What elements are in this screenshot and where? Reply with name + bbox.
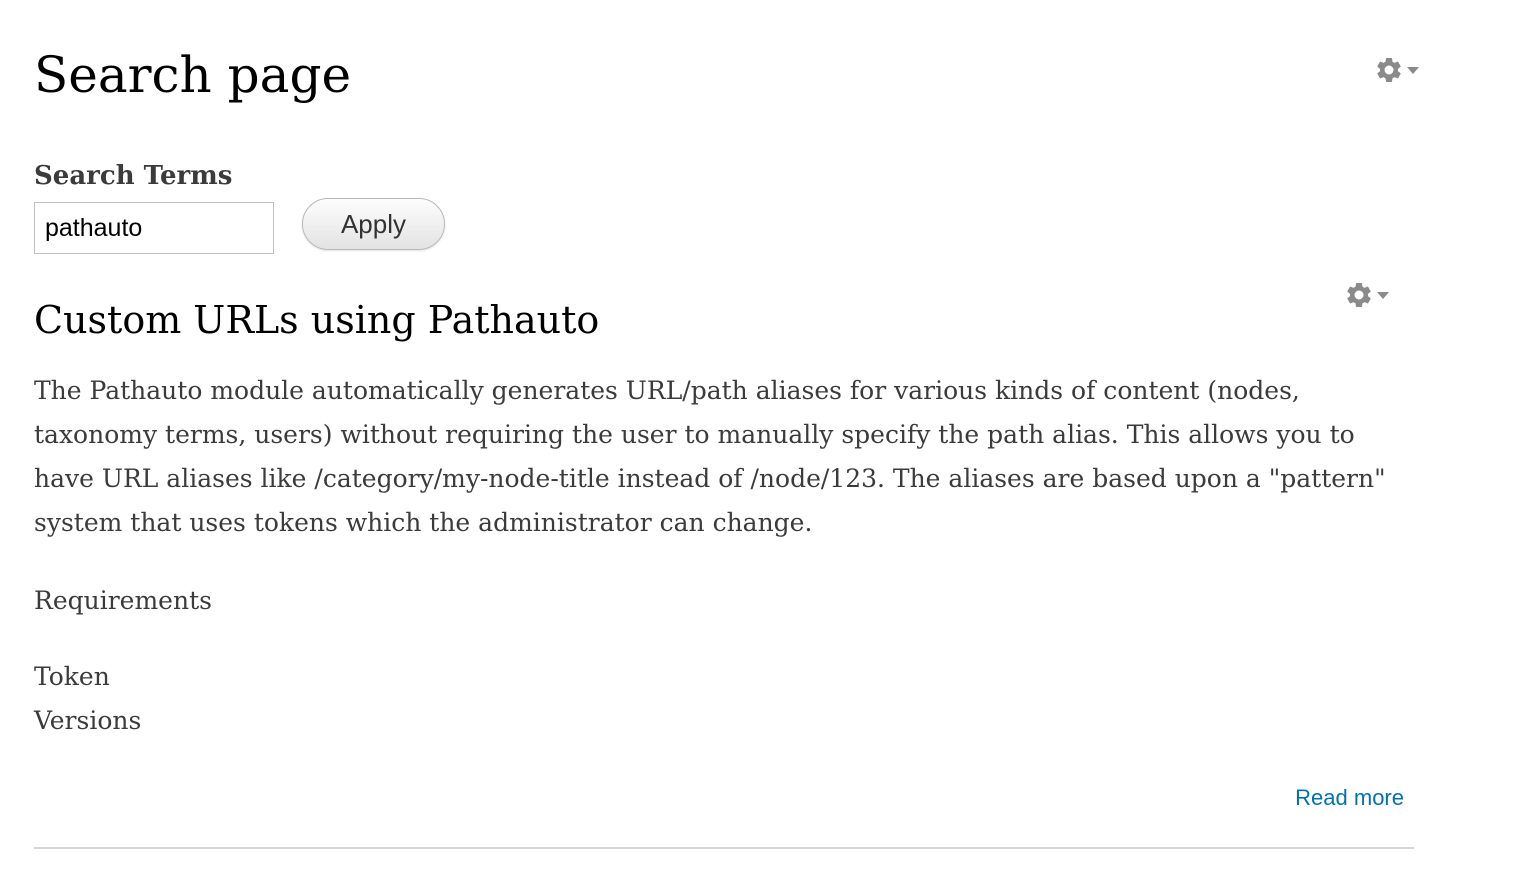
result-title[interactable]: Custom URLs using Pathauto [34,292,599,348]
requirements-item-token: Token [34,662,110,691]
requirements-list: Token Versions [34,655,141,743]
caret-down-icon [1406,65,1420,75]
caret-down-icon [1376,290,1390,300]
page-title: Search page [34,46,352,104]
result-contextual-links-button[interactable] [1344,280,1390,310]
result-divider [34,847,1414,849]
requirements-item-versions: Versions [34,706,142,735]
search-terms-label: Search Terms [34,161,233,191]
page-contextual-links-button[interactable] [1374,55,1420,85]
search-terms-input[interactable] [34,202,274,254]
read-more-link[interactable]: Read more [1295,783,1404,813]
result-body: The Pathauto module automatically genera… [34,376,1386,537]
gear-icon [1374,55,1404,85]
requirements-heading: Requirements [34,586,212,615]
gear-icon [1344,280,1374,310]
apply-button[interactable]: Apply [302,198,445,250]
page-content: Search page Search Terms Apply Custom UR… [34,0,1419,896]
